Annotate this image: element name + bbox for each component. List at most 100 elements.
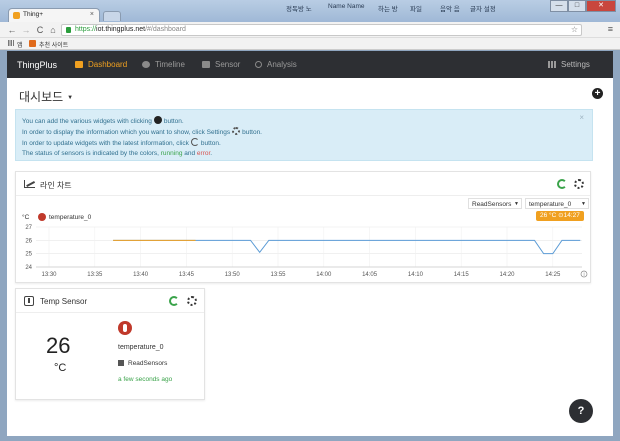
page-title: 대시보드: [19, 90, 64, 104]
background-text-5: 글자 설정: [470, 6, 496, 13]
lock-icon: [66, 27, 71, 33]
alert-text: button.: [200, 140, 221, 147]
gateway-name: ReadSensors: [128, 360, 168, 367]
status-error: error: [196, 150, 211, 157]
chevron-down-icon: ▼: [67, 95, 74, 101]
window-controls: — □ ✕: [550, 0, 616, 12]
alert-line-4: The status of sensors is indicated by th…: [22, 149, 592, 159]
sensor-icon: [202, 61, 210, 68]
x-tick-label: 14:25: [545, 272, 561, 278]
info-icon-glyph: i: [583, 272, 584, 278]
y-tick-label: 27: [25, 225, 32, 231]
nav-timeline[interactable]: Timeline: [142, 51, 185, 78]
apps-icon[interactable]: [8, 40, 14, 46]
x-tick-label: 14:10: [408, 272, 424, 278]
background-text-1: Name Name: [328, 3, 365, 10]
line-chart-icon: [24, 180, 35, 188]
line-chart-widget: 라인 차트 ReadSensors ▼ temperature_0 ▼ 26 °C …: [15, 171, 591, 283]
chevron-down-icon: ▼: [514, 201, 519, 207]
browser-tab[interactable]: Thing+ ×: [8, 8, 100, 22]
bookmark-star-icon[interactable]: ☆: [571, 25, 578, 35]
thermometer-icon: [38, 213, 46, 221]
dashboard-selector[interactable]: 대시보드 ▼: [19, 88, 73, 105]
help-chat-button[interactable]: ?: [569, 399, 593, 423]
series-line: [113, 239, 581, 255]
nav-analysis[interactable]: Analysis: [255, 51, 297, 78]
x-tick-label: 14:20: [499, 272, 515, 278]
clock-icon: [142, 61, 150, 68]
gateway-icon: [118, 360, 124, 366]
x-tick-label: 14:15: [454, 272, 470, 278]
temp-sensor-widget: Temp Sensor 26 °C temperature_0 ReadSens…: [15, 288, 205, 400]
refresh-icon: [190, 138, 199, 146]
forward-button[interactable]: →: [20, 24, 32, 36]
bookmarks-bar: 앱 추천 사이트: [0, 38, 620, 50]
background-text-2: 하는 방: [378, 6, 398, 13]
thermometer-icon: [118, 321, 132, 335]
favicon-icon: [13, 12, 20, 19]
gateway-select[interactable]: ReadSensors ▼: [468, 198, 522, 209]
alert-text: .: [210, 150, 213, 157]
x-tick-label: 13:30: [41, 272, 57, 278]
sensor-select[interactable]: temperature_0 ▼: [525, 198, 589, 209]
alert-text: and: [184, 150, 196, 157]
nav-dashboard[interactable]: Dashboard: [75, 51, 127, 78]
brand-logo[interactable]: ThingPlus: [17, 60, 57, 70]
widget-header: 라인 차트: [16, 172, 590, 196]
gear-icon[interactable]: [187, 296, 197, 306]
home-button[interactable]: ⌂: [47, 24, 59, 36]
url-scheme: https://: [75, 26, 97, 33]
alert-text: You can add the various widgets with cli…: [22, 118, 152, 125]
app-window: ThingPlus Dashboard Timeline Sensor Anal…: [7, 51, 613, 436]
sensor-value: 26: [46, 333, 71, 358]
browser-titlebar: Thing+ × 정독방 노 Name Name 하는 방 파일 음악 음 글자…: [0, 0, 620, 22]
latest-value-badge: 26 °C ⊙14:27: [536, 211, 584, 221]
sensor-unit: °C: [54, 362, 67, 374]
background-text-0: 정독방 노: [286, 6, 312, 13]
line-chart-plot: 27 26 25 24 13:30 13:35 13:40 13:45 13:50 13:55 14…: [25, 225, 588, 278]
x-tick-label: 13:35: [87, 272, 103, 278]
minimize-button[interactable]: —: [550, 0, 568, 12]
y-tick-label: 24: [25, 265, 32, 271]
nav-settings[interactable]: Settings: [548, 51, 590, 78]
window-close-button[interactable]: ✕: [586, 0, 616, 12]
reload-button[interactable]: C: [34, 24, 46, 36]
settings-grid-icon: [548, 61, 556, 68]
chevron-down-icon: ▼: [581, 201, 586, 207]
widget-header: Temp Sensor: [16, 289, 204, 313]
url-host: iot.thingplus.net: [96, 26, 146, 33]
alert-text: The status of sensors is indicated by th…: [22, 150, 159, 157]
browser-toolbar: ← → C ⌂ https://iot.thingplus.net/#/dash…: [0, 22, 620, 38]
last-updated: a few seconds ago: [118, 376, 173, 383]
refresh-icon[interactable]: [169, 296, 179, 306]
alert-text: In order to display the information whic…: [22, 129, 231, 136]
bookmark-suggested[interactable]: 추천 사이트: [39, 40, 68, 49]
bookmark-apps[interactable]: 앱: [17, 40, 23, 49]
gear-icon: [232, 127, 241, 135]
sensor-icon: [24, 296, 34, 306]
status-running: running: [160, 150, 183, 157]
nav-sensor[interactable]: Sensor: [202, 51, 240, 78]
y-tick-label: 26: [25, 238, 32, 244]
background-window-text: 정독방 노 Name Name 하는 방 파일 음악 음 글자 설정: [280, 0, 530, 20]
widget-title: Temp Sensor: [40, 297, 88, 306]
address-bar[interactable]: https://iot.thingplus.net/#/dashboard ☆: [61, 24, 582, 36]
maximize-button[interactable]: □: [568, 0, 586, 12]
tab-close-icon[interactable]: ×: [90, 11, 94, 18]
browser-menu-icon[interactable]: ≡: [608, 24, 613, 34]
nav-dashboard-label: Dashboard: [88, 60, 128, 69]
chart-legend: temperature_0: [38, 213, 91, 221]
gateway-select-value: ReadSensors: [472, 201, 512, 208]
x-tick-label: 13:55: [270, 272, 286, 278]
alert-close-icon[interactable]: ×: [579, 113, 584, 123]
x-tick-label: 13:50: [225, 272, 241, 278]
sensor-name: temperature_0: [118, 344, 164, 351]
back-button[interactable]: ←: [6, 24, 18, 36]
alert-text: button.: [242, 129, 262, 136]
new-tab-button[interactable]: [103, 11, 121, 21]
refresh-icon[interactable]: [557, 179, 567, 189]
add-widget-button[interactable]: +: [592, 88, 603, 99]
widget-title: 라인 차트: [40, 181, 72, 190]
gear-icon[interactable]: [574, 179, 584, 189]
x-tick-label: 14:00: [316, 272, 332, 278]
